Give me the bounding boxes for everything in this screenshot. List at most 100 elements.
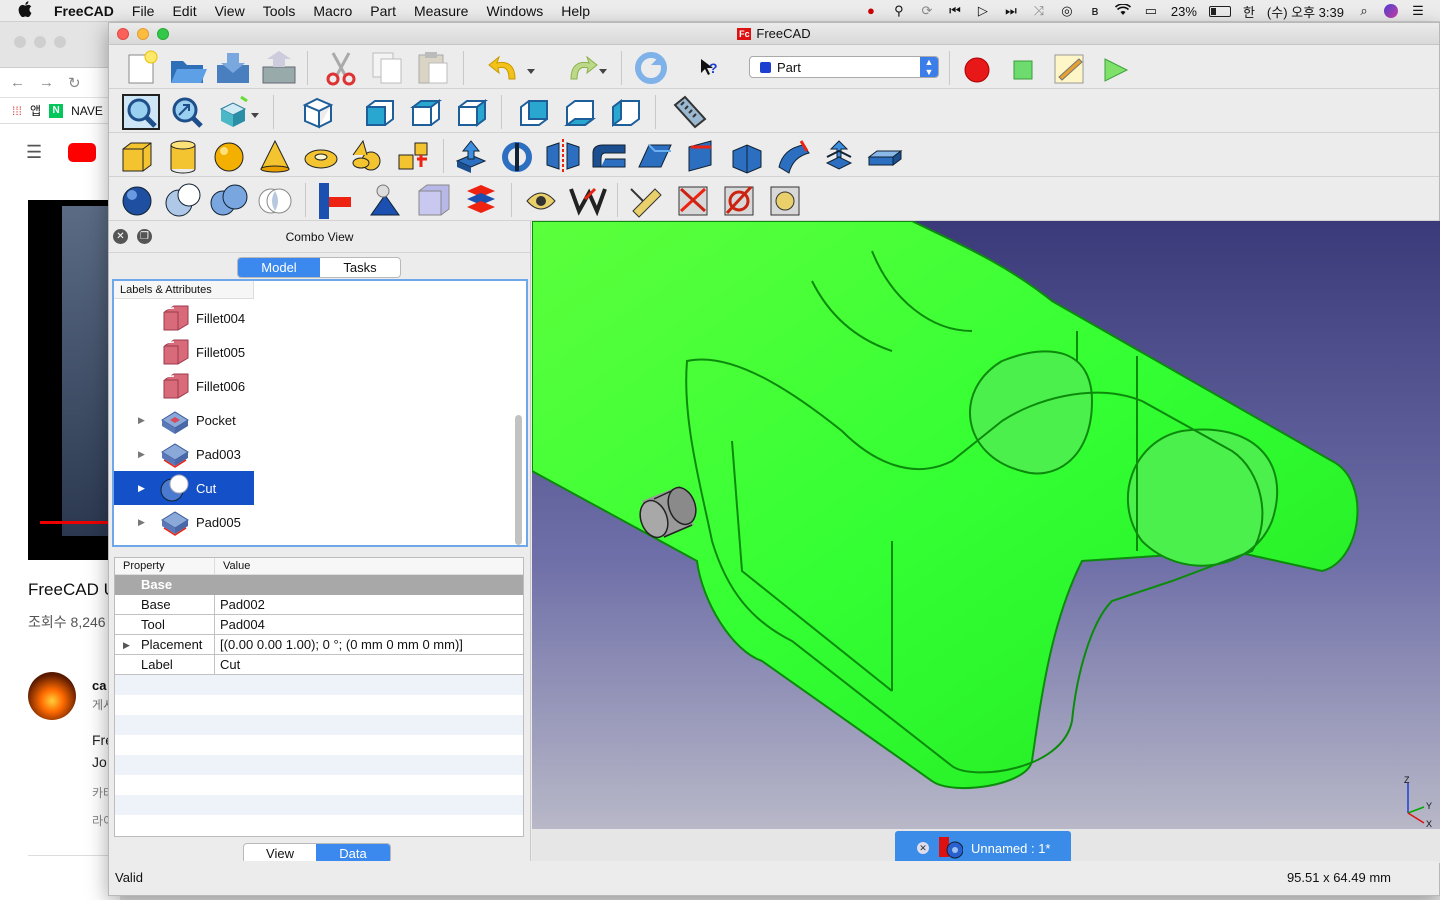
channel-name[interactable]: ca (92, 678, 106, 693)
property-group-base[interactable]: Base (115, 575, 523, 595)
front-view-icon[interactable] (359, 93, 399, 131)
paste-icon[interactable] (413, 49, 453, 87)
refresh-icon[interactable] (631, 49, 671, 87)
menu-view[interactable]: View (215, 3, 245, 19)
play-icon[interactable]: ▷ (975, 4, 991, 18)
property-value[interactable]: [(0.00 0.00 1.00); 0 °; (0 mm 0 mm 0 mm)… (215, 635, 523, 654)
wifi-icon[interactable] (1114, 3, 1131, 18)
property-row-base[interactable]: Base Pad002 (115, 595, 523, 615)
cylinder-icon[interactable] (163, 137, 203, 175)
revolve-icon[interactable] (497, 137, 537, 175)
reload-icon[interactable]: ↻ (68, 74, 81, 92)
torus-icon[interactable] (301, 137, 341, 175)
expand-arrow-icon[interactable]: ▶ (138, 483, 145, 494)
cone-icon[interactable] (255, 137, 295, 175)
youtube-logo-icon[interactable] (68, 142, 97, 162)
close-document-icon[interactable]: ✕ (917, 842, 929, 854)
zoom-window-button[interactable] (157, 28, 169, 40)
expand-arrow-icon[interactable]: ▶ (138, 449, 145, 460)
boolean-icon[interactable] (117, 181, 157, 219)
measure-distance-icon[interactable] (669, 93, 709, 131)
3d-viewport[interactable]: Z Y X (532, 221, 1440, 829)
loft-icon[interactable] (773, 137, 813, 175)
creative-cloud-icon[interactable]: ◎ (1059, 4, 1075, 18)
shuffle-icon[interactable]: ⤨ (1031, 4, 1047, 18)
chamfer-icon[interactable] (635, 137, 675, 175)
hamburger-menu-icon[interactable]: ☰ (26, 142, 42, 163)
expand-arrow-icon[interactable]: ▶ (138, 517, 145, 528)
document-tab[interactable]: ✕ Unnamed : 1* (895, 831, 1071, 865)
primitives-icon[interactable] (347, 137, 387, 175)
close-window-button[interactable] (117, 28, 129, 40)
extrude-icon[interactable] (451, 137, 491, 175)
video-player[interactable] (28, 200, 122, 560)
measure-linear-icon[interactable] (627, 181, 667, 219)
apple-menu-icon[interactable] (18, 0, 36, 21)
mirror-icon[interactable] (543, 137, 583, 175)
box-icon[interactable] (117, 137, 157, 175)
cut-icon[interactable] (321, 49, 361, 87)
macro-record-icon[interactable] (957, 49, 997, 87)
boolean-union-icon[interactable] (209, 181, 249, 219)
open-document-icon[interactable] (167, 49, 207, 87)
top-view-icon[interactable] (405, 93, 445, 131)
menu-tools[interactable]: Tools (263, 3, 296, 19)
tree-item-pocket[interactable]: ▶ Pocket (114, 403, 254, 437)
property-value[interactable]: Pad004 (215, 615, 523, 634)
minimize-window-button[interactable] (137, 28, 149, 40)
boolean-cut-icon[interactable] (163, 181, 203, 219)
extension-icon[interactable]: ⚲ (891, 4, 907, 18)
input-source[interactable]: 한 (1243, 2, 1255, 21)
tab-tasks[interactable]: Tasks (320, 258, 400, 277)
tree-item-fillet005[interactable]: Fillet005 (114, 335, 254, 369)
tree-item-pad005[interactable]: ▶ Pad005 (114, 505, 254, 539)
tree-item-cut[interactable]: ▶ Cut (114, 471, 254, 505)
bookmark-apps[interactable]: 앱 (30, 102, 41, 119)
property-row-label[interactable]: Label Cut (115, 655, 523, 675)
measure-refresh-icon[interactable] (719, 181, 759, 219)
expand-arrow-icon[interactable]: ▶ (123, 635, 130, 655)
thickness-icon[interactable] (567, 181, 607, 219)
right-view-icon[interactable] (451, 93, 491, 131)
measure-angular-icon[interactable] (673, 181, 713, 219)
property-value[interactable]: Pad002 (215, 595, 523, 614)
bluetooth-status-icon[interactable]: ʙ (1087, 4, 1103, 18)
bookmark-naver[interactable]: NAVE (71, 104, 103, 118)
workbench-selector[interactable]: Part ▲ ▼ (749, 56, 939, 78)
offset-icon[interactable] (865, 137, 905, 175)
battery-icon[interactable] (1208, 5, 1231, 17)
tree-item-pad003[interactable]: ▶ Pad003 (114, 437, 254, 471)
menu-help[interactable]: Help (561, 3, 590, 19)
join-features-icon[interactable] (315, 181, 355, 219)
copy-icon[interactable] (367, 49, 407, 87)
property-row-tool[interactable]: Tool Pad004 (115, 615, 523, 635)
property-value[interactable]: Cut (215, 655, 523, 674)
save-document-icon[interactable] (213, 49, 253, 87)
check-geometry-icon[interactable] (415, 181, 455, 219)
tree-item-fillet006[interactable]: Fillet006 (114, 369, 254, 403)
menu-measure[interactable]: Measure (414, 3, 468, 19)
siri-icon[interactable] (1384, 4, 1398, 18)
menu-part[interactable]: Part (370, 3, 396, 19)
draw-style-icon[interactable] (213, 93, 259, 131)
section-icon[interactable] (461, 181, 501, 219)
fillet-tool-icon[interactable] (589, 137, 629, 175)
redo-icon[interactable] (559, 49, 607, 87)
next-track-icon[interactable]: ⏭ (1003, 4, 1019, 18)
tree-scrollbar[interactable] (515, 415, 522, 545)
save-as-icon[interactable] (259, 49, 299, 87)
shape-builder-icon[interactable] (393, 137, 433, 175)
left-view-icon[interactable] (605, 93, 645, 131)
menu-file[interactable]: File (132, 3, 155, 19)
notification-center-icon[interactable]: ☰ (1410, 4, 1426, 18)
measure-clear-icon[interactable] (765, 181, 805, 219)
window-titlebar[interactable]: Fc FreeCAD (109, 23, 1439, 45)
fit-all-icon[interactable] (121, 93, 161, 131)
ruled-surface-icon[interactable] (727, 137, 767, 175)
macro-edit-icon[interactable] (1049, 49, 1089, 87)
tab-model[interactable]: Model (238, 258, 320, 277)
boolean-intersection-icon[interactable] (255, 181, 295, 219)
fit-selection-icon[interactable] (167, 93, 207, 131)
compound-tools-icon[interactable] (365, 181, 405, 219)
menu-windows[interactable]: Windows (486, 3, 543, 19)
